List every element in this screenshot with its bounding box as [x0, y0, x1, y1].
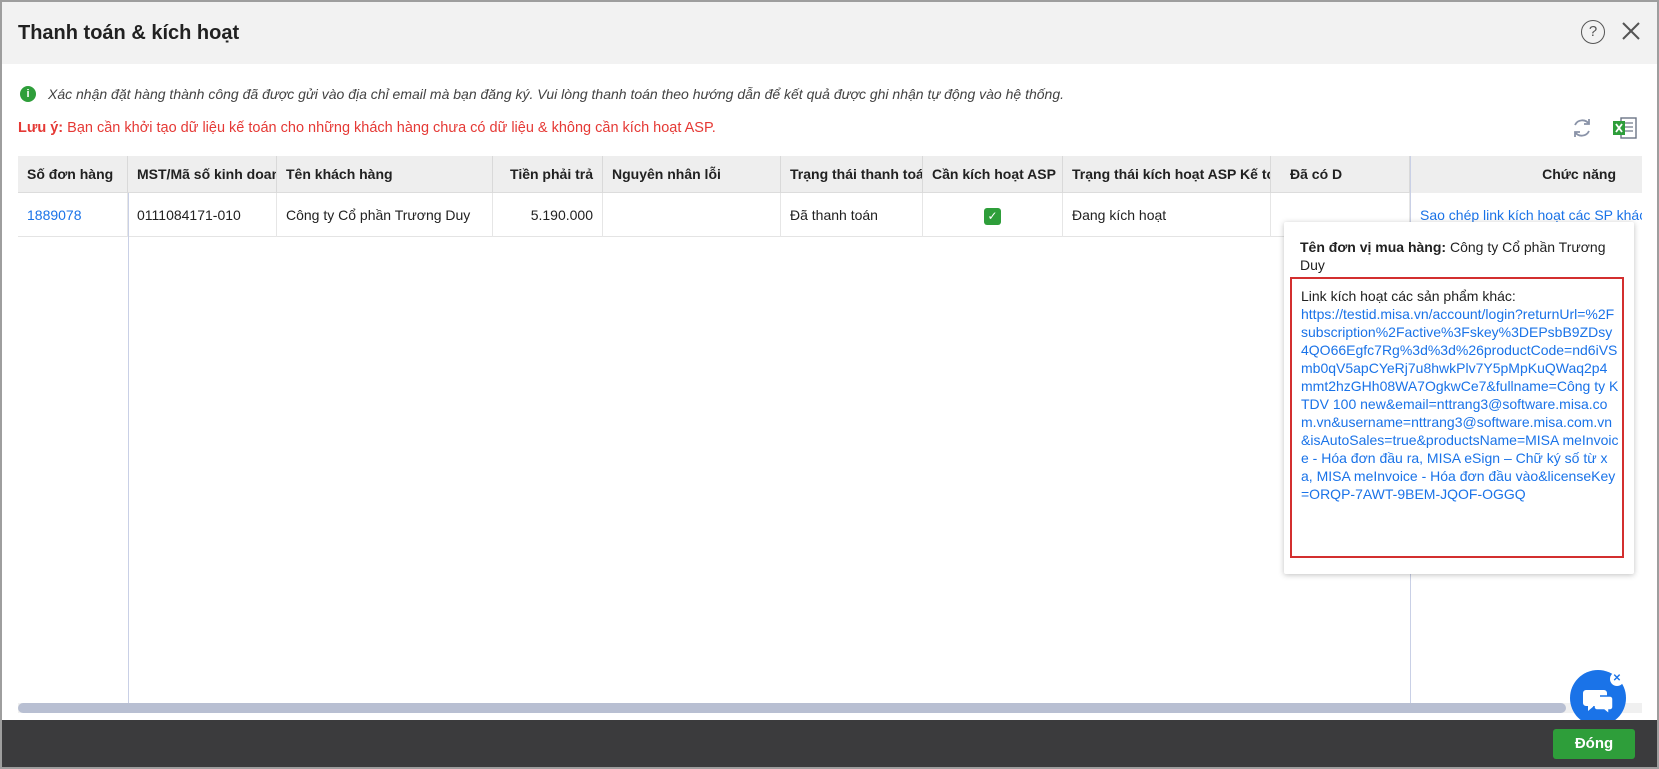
help-icon[interactable]: ?: [1581, 20, 1605, 44]
asp-status-cell: Đang kích hoạt: [1063, 193, 1271, 237]
amount-cell: 5.190.000: [493, 193, 603, 237]
chat-dismiss-icon[interactable]: ✕: [1610, 672, 1624, 686]
col-header-amount[interactable]: Tiền phải trả: [493, 156, 603, 193]
note-message: Lưu ý: Bạn cần khởi tạo dữ liệu kế toán …: [18, 120, 716, 136]
dialog-header: Thanh toán & kích hoạt ?: [2, 2, 1657, 64]
col-header-has-data[interactable]: Đã có D: [1271, 156, 1410, 193]
activation-link-url[interactable]: https://testid.misa.vn/account/login?ret…: [1301, 305, 1619, 503]
need-asp-cell: ✓: [923, 193, 1063, 237]
note-label: Lưu ý:: [18, 120, 64, 136]
scrollbar-thumb[interactable]: [18, 703, 1566, 713]
col-header-tax-code[interactable]: MST/Mã số kinh doanh: [128, 156, 277, 193]
col-header-payment-status[interactable]: Trạng thái thanh toán: [781, 156, 923, 193]
payment-status-cell: Đã thanh toán: [781, 193, 923, 237]
buyer-label: Tên đơn vị mua hàng:: [1300, 239, 1447, 255]
col-header-asp-status[interactable]: Trạng thái kích hoạt ASP Kế toán: [1063, 156, 1271, 193]
order-number-link[interactable]: 1889078: [18, 193, 128, 237]
need-asp-checkbox[interactable]: ✓: [984, 207, 1001, 225]
payment-activation-dialog: Thanh toán & kích hoạt ? i Xác nhận đặt …: [0, 0, 1659, 769]
table-header: Số đơn hàng MST/Mã số kinh doanh Tên khá…: [18, 156, 1642, 193]
col-header-order-no[interactable]: Số đơn hàng: [18, 156, 128, 193]
excel-export-icon[interactable]: [1612, 116, 1638, 140]
col-header-actions[interactable]: Chức năng: [1411, 156, 1642, 193]
copy-activation-link[interactable]: Sao chép link kích hoạt các SP khác: [1420, 207, 1642, 223]
info-icon: i: [20, 86, 36, 102]
horizontal-scrollbar[interactable]: [18, 703, 1642, 713]
info-message: i Xác nhận đặt hàng thành công đã được g…: [20, 84, 1064, 104]
refresh-icon[interactable]: [1570, 116, 1594, 140]
customer-cell: Công ty Cổ phần Trương Duy: [277, 193, 493, 237]
col-header-error-reason[interactable]: Nguyên nhân lỗi: [603, 156, 781, 193]
dialog-title: Thanh toán & kích hoạt: [18, 22, 240, 44]
col-header-need-asp[interactable]: Cần kích hoạt ASP: [923, 156, 1063, 193]
error-reason-cell: [603, 193, 781, 237]
note-text: Bạn cần khởi tạo dữ liệu kế toán cho nhữ…: [63, 120, 716, 136]
info-text: Xác nhận đặt hàng thành công đã được gửi…: [48, 86, 1064, 102]
column-divider: [128, 193, 129, 704]
close-button[interactable]: Đóng: [1553, 729, 1635, 759]
activation-link-label: Link kích hoạt các sản phẩm khác:: [1301, 288, 1516, 304]
buyer-info: Tên đơn vị mua hàng: Công ty Cổ phần Trư…: [1300, 238, 1620, 274]
col-header-customer[interactable]: Tên khách hàng: [277, 156, 493, 193]
dialog-footer: Đóng: [2, 720, 1657, 767]
close-icon[interactable]: [1617, 17, 1645, 45]
order-number[interactable]: 1889078: [27, 207, 82, 223]
activation-link-popover: Tên đơn vị mua hàng: Công ty Cổ phần Trư…: [1284, 222, 1634, 574]
tax-code-cell: 0111084171-010: [128, 193, 277, 237]
activation-link-box: Link kích hoạt các sản phẩm khác: https:…: [1290, 277, 1624, 558]
